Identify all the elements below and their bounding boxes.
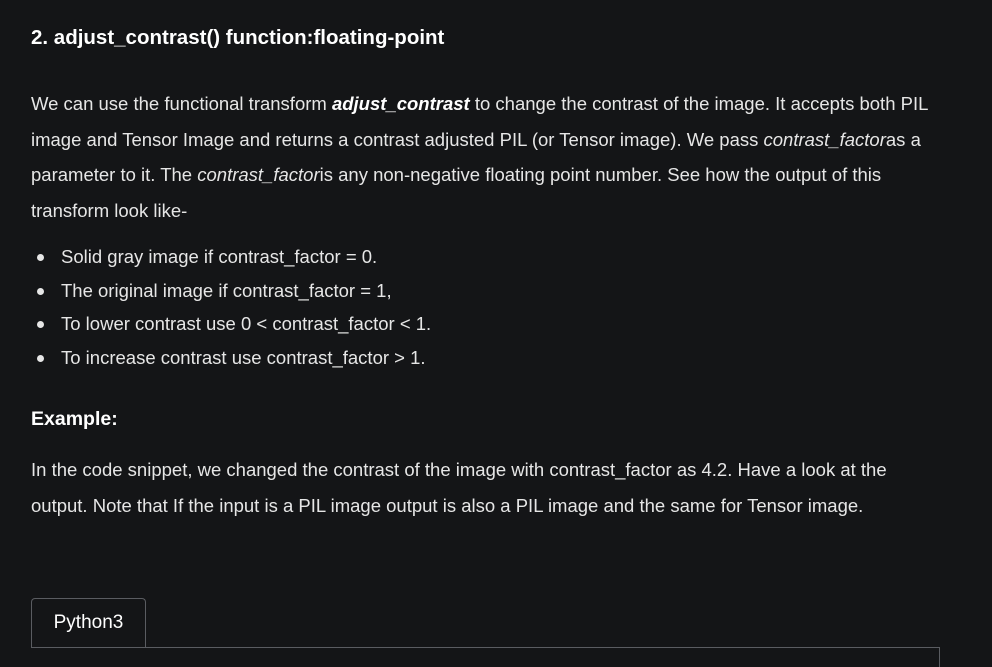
example-heading: Example: (31, 408, 118, 430)
intro-text-1: We can use the functional transform (31, 93, 332, 114)
code-panel-frame (31, 647, 940, 667)
list-item: Solid gray image if contrast_factor = 0. (31, 240, 431, 274)
example-paragraph: In the code snippet, we changed the cont… (31, 459, 887, 516)
list-item: To increase contrast use contrast_factor… (31, 341, 431, 375)
list-item: To lower contrast use 0 < contrast_facto… (31, 307, 431, 341)
function-name-emphasis: adjust_contrast (331, 93, 470, 114)
section-heading: 2. adjust_contrast() function:floating-p… (31, 26, 445, 49)
contrast-bullet-list: Solid gray image if contrast_factor = 0.… (31, 240, 431, 375)
param-name-emphasis-1: contrast_factor (763, 128, 886, 150)
param-name-emphasis-2: contrast_factor (197, 164, 320, 185)
tab-python3[interactable]: Python3 (31, 598, 146, 647)
code-block: Python3 (31, 598, 940, 667)
list-item: The original image if contrast_factor = … (31, 274, 431, 308)
intro-paragraph: We can use the functional transform adju… (31, 86, 941, 228)
